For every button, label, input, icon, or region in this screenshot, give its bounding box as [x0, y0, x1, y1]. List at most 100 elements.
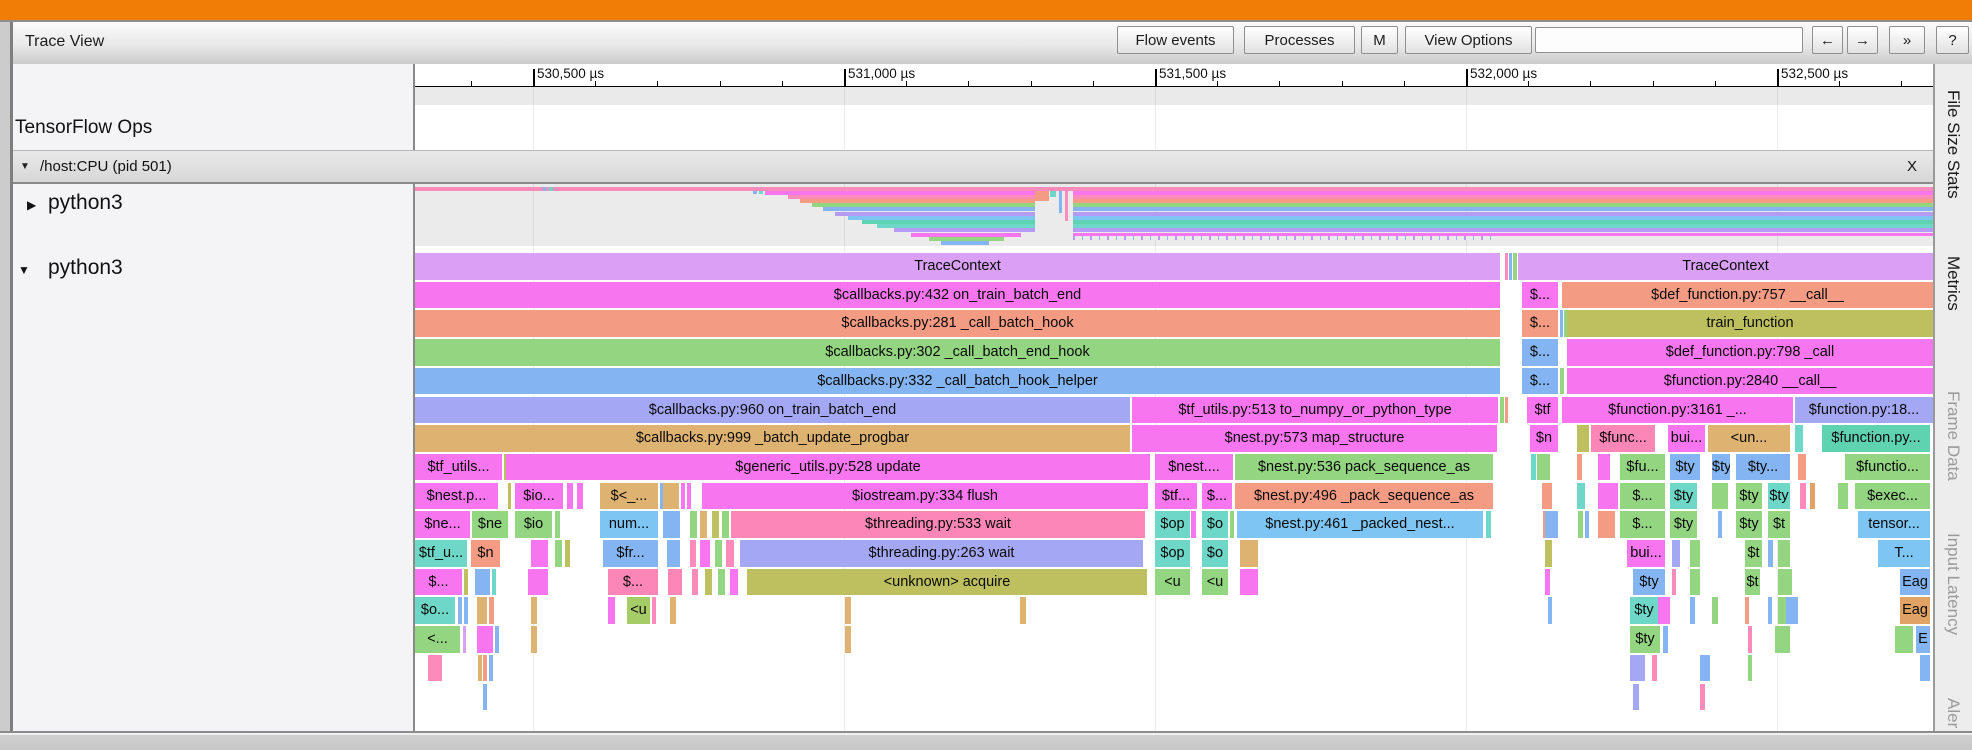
trace-event-sliver[interactable] [681, 482, 685, 510]
thread-collapse-triangle-icon[interactable]: ▼ [18, 263, 30, 277]
trace-event-bar[interactable]: $callbacks.py:281 _call_batch_hook [415, 310, 1500, 337]
trace-event-bar[interactable]: $iostream.py:334 flush [702, 482, 1148, 510]
trace-event-sliver[interactable] [1020, 597, 1026, 624]
trace-event-sliver[interactable] [531, 626, 537, 653]
trace-event-sliver[interactable] [1191, 511, 1196, 538]
trace-event-bar[interactable]: $nest.py:573 map_structure [1132, 425, 1497, 452]
trace-event-sliver[interactable] [1700, 683, 1705, 710]
trace-event-sliver[interactable] [531, 540, 548, 567]
trace-event-sliver[interactable] [1795, 425, 1803, 452]
trace-event-sliver[interactable] [464, 597, 468, 624]
trace-event-sliver[interactable] [1560, 367, 1564, 395]
trace-event-sliver[interactable] [1545, 511, 1558, 538]
trace-event-bar[interactable]: $o [1202, 511, 1228, 538]
trace-event-bar[interactable]: $nest.py:461 _packed_nest... [1237, 511, 1483, 538]
trace-event-bar[interactable]: $ty [1670, 482, 1697, 510]
trace-event-sliver[interactable] [1542, 482, 1552, 510]
trace-event-bar[interactable]: $callbacks.py:302 _call_batch_end_hook [415, 339, 1500, 366]
search-input[interactable] [1535, 27, 1803, 53]
trace-event-sliver[interactable] [1748, 654, 1752, 682]
trace-event-bar[interactable]: $nest.py:536 pack_sequence_as [1235, 453, 1493, 481]
trace-event-bar[interactable]: $n [1530, 425, 1558, 452]
trace-event-sliver[interactable] [464, 568, 468, 596]
trace-event-sliver[interactable] [1800, 482, 1806, 510]
trace-event-bar[interactable]: <unknown> acquire [747, 568, 1147, 596]
trace-event-bar[interactable]: $callbacks.py:999 _batch_update_progbar [415, 425, 1130, 452]
trace-event-bar[interactable]: $... [1620, 482, 1665, 510]
trace-event-bar[interactable]: $threading.py:263 wait [740, 540, 1143, 567]
trace-event-sliver[interactable] [1537, 453, 1550, 481]
trace-event-bar[interactable]: $... [415, 568, 462, 596]
trace-event-bar[interactable]: $t [1745, 568, 1760, 596]
trace-event-sliver[interactable] [705, 568, 712, 596]
trace-event-sliver[interactable] [730, 568, 738, 596]
processes-button[interactable]: Processes [1244, 26, 1355, 54]
trace-event-bar[interactable]: $nest.py:496 _pack_sequence_as [1235, 482, 1493, 510]
trace-event-sliver[interactable] [555, 511, 560, 538]
trace-event-sliver[interactable] [1560, 310, 1563, 337]
view-options-button[interactable]: View Options [1405, 26, 1532, 54]
trace-event-sliver[interactable] [1712, 597, 1718, 624]
trace-event-bar[interactable]: $callbacks.py:432 on_train_batch_end [415, 281, 1500, 309]
side-tab-metrics[interactable]: Metrics [1943, 256, 1963, 311]
trace-event-bar[interactable]: TraceContext [1518, 253, 1933, 280]
trace-event-sliver[interactable] [489, 597, 494, 624]
trace-event-bar[interactable]: $generic_utils.py:528 update [506, 453, 1150, 481]
trace-event-bar[interactable]: $... [1522, 367, 1558, 395]
trace-event-sliver[interactable] [690, 511, 697, 538]
help-button[interactable]: ? [1936, 26, 1969, 54]
close-process-button[interactable]: X [1907, 158, 1917, 175]
trace-event-bar[interactable]: $functio... [1845, 453, 1930, 481]
trace-event-sliver[interactable] [577, 482, 583, 510]
trace-event-bar[interactable]: Eag [1900, 597, 1930, 624]
trace-event-sliver[interactable] [652, 597, 656, 624]
trace-event-bar[interactable]: $tf_u... [415, 540, 467, 567]
trace-event-sliver[interactable] [1775, 626, 1790, 653]
trace-event-sliver[interactable] [1598, 511, 1615, 538]
trace-event-sliver[interactable] [1718, 511, 1722, 538]
trace-event-sliver[interactable] [1531, 453, 1536, 481]
trace-event-sliver[interactable] [1633, 683, 1639, 710]
trace-event-bar[interactable]: $ty [1630, 626, 1660, 653]
trace-event-bar[interactable]: $ty [1768, 482, 1790, 510]
trace-event-sliver[interactable] [722, 511, 729, 538]
trace-event-bar[interactable]: $t [1768, 511, 1790, 538]
trace-event-sliver[interactable] [1598, 453, 1610, 481]
trace-event-sliver[interactable] [565, 540, 570, 567]
trace-event-sliver[interactable] [1598, 482, 1618, 510]
process-header-host-cpu[interactable]: ▼ /host:CPU (pid 501) X [13, 150, 1933, 184]
side-tab-input-latency[interactable]: Input Latency [1943, 533, 1963, 635]
trace-event-sliver[interactable] [667, 540, 680, 567]
trace-event-sliver[interactable] [1663, 626, 1668, 653]
trace-event-sliver[interactable] [483, 683, 487, 710]
trace-event-bar[interactable]: <... [415, 626, 460, 653]
trace-event-sliver[interactable] [1548, 597, 1552, 624]
trace-event-bar[interactable]: <un... [1708, 425, 1790, 452]
thread-label-python3-0[interactable]: python3 [48, 191, 123, 215]
trace-event-sliver[interactable] [1786, 597, 1798, 624]
trace-event-bar[interactable]: train_function [1567, 310, 1933, 337]
trace-event-bar[interactable]: bui... [1668, 425, 1705, 452]
thread-collapse-triangle-icon[interactable]: ▶ [27, 198, 36, 212]
trace-event-sliver[interactable] [1690, 540, 1700, 567]
trace-event-sliver[interactable] [1672, 568, 1676, 596]
trace-event-sliver[interactable] [715, 540, 722, 567]
trace-event-sliver[interactable] [700, 511, 707, 538]
trace-event-sliver[interactable] [690, 540, 696, 567]
trace-event-sliver[interactable] [845, 597, 851, 624]
trace-event-bar[interactable]: TraceContext [415, 253, 1500, 280]
trace-event-bar[interactable]: $def_function.py:798 _call [1567, 339, 1933, 366]
trace-event-sliver[interactable] [663, 482, 679, 510]
trace-event-sliver[interactable] [1585, 511, 1589, 538]
trace-event-bar[interactable]: $ty... [1736, 453, 1790, 481]
trace-event-sliver[interactable] [692, 568, 698, 596]
trace-event-bar[interactable]: $... [1620, 511, 1665, 538]
trace-event-bar[interactable]: num... [600, 511, 658, 538]
trace-event-bar[interactable]: $op [1155, 511, 1190, 538]
flow-events-button[interactable]: Flow events [1117, 26, 1234, 54]
trace-event-bar[interactable]: $op [1155, 540, 1190, 567]
trace-event-sliver[interactable] [428, 654, 442, 682]
trace-event-bar[interactable]: $<_... [600, 482, 658, 510]
trace-event-bar[interactable]: $... [1522, 310, 1558, 337]
trace-event-sliver[interactable] [608, 597, 615, 624]
